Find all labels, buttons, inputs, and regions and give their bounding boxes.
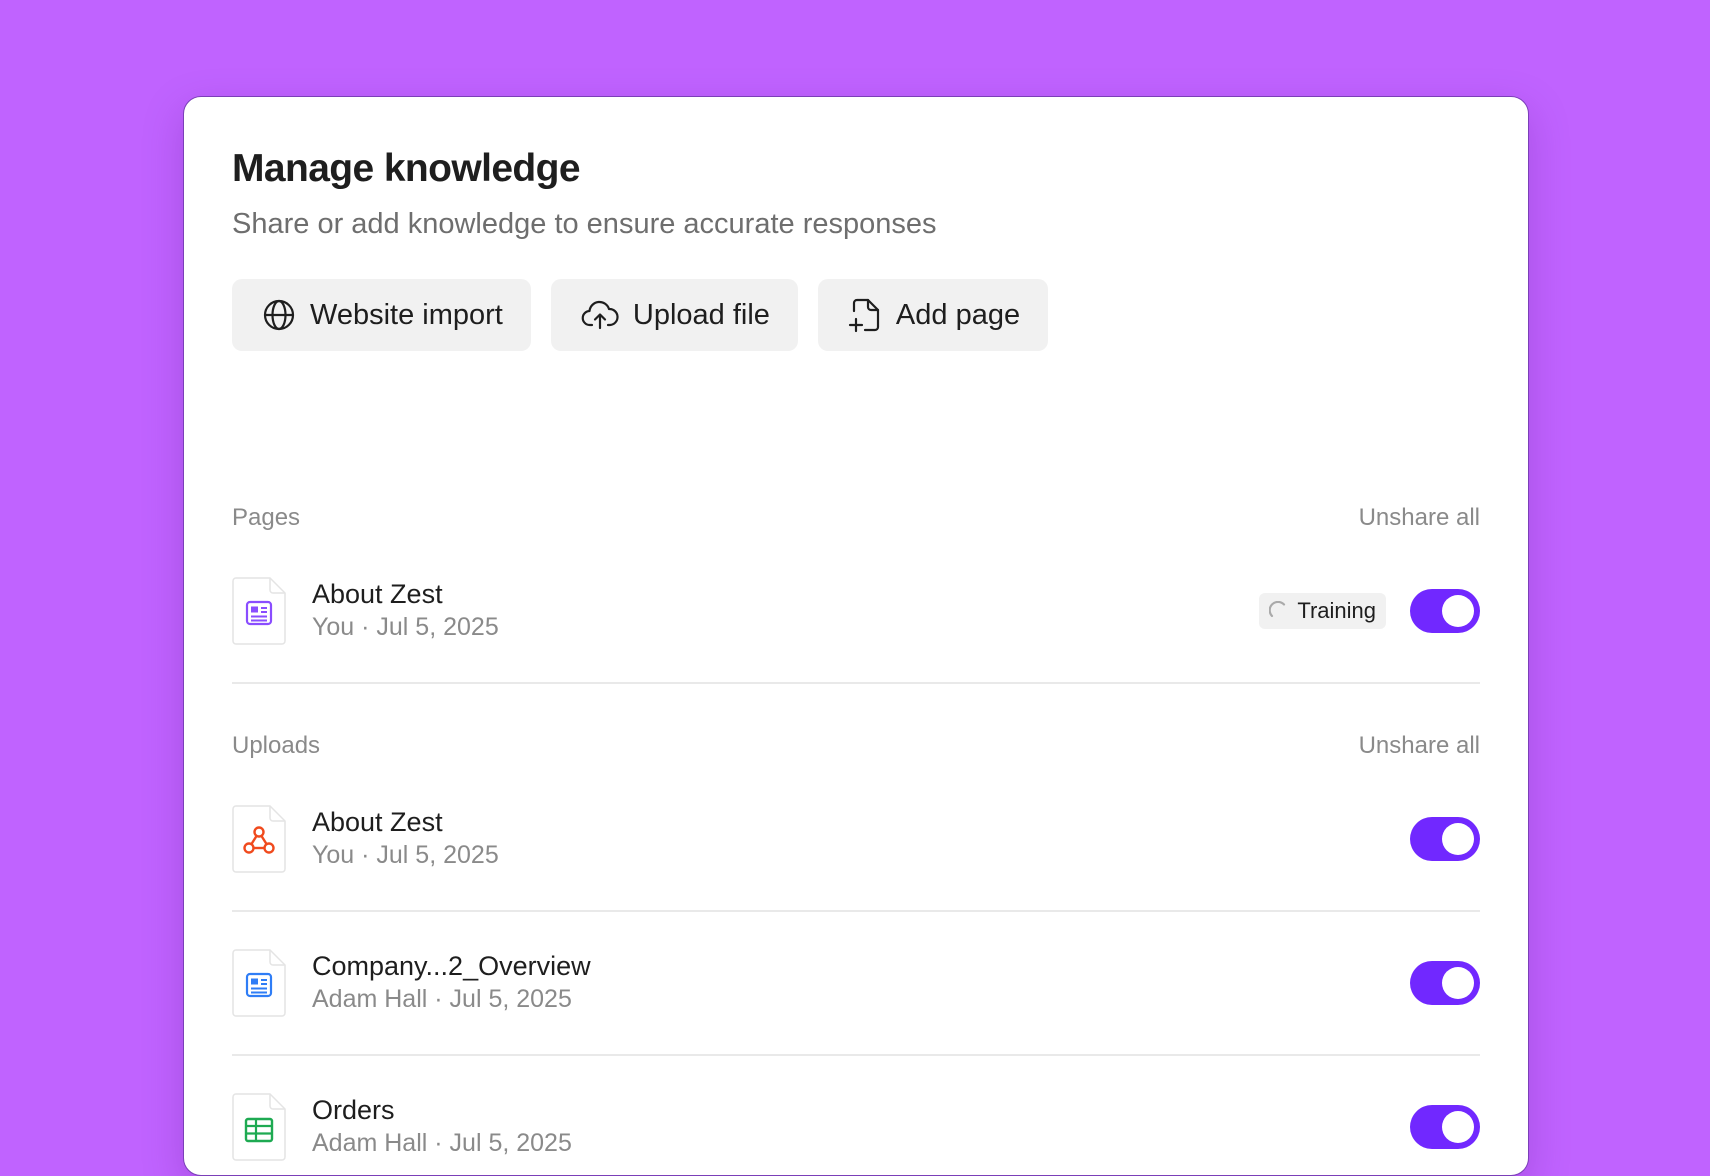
divider (232, 1054, 1480, 1056)
file-name[interactable]: Company...2_Overview (312, 951, 591, 982)
file-name[interactable]: Orders (312, 1095, 395, 1126)
website-import-label: Website import (310, 298, 503, 331)
page-subtitle: Share or add knowledge to ensure accurat… (232, 208, 937, 240)
upload-file-button[interactable]: Upload file (550, 279, 798, 351)
globe-icon (262, 298, 296, 332)
file-meta: You · Jul 5, 2025 (312, 841, 499, 869)
manage-knowledge-panel: Manage knowledge Share or add knowledge … (183, 96, 1529, 1176)
page-doc-icon (232, 577, 286, 645)
upload-file-label: Upload file (632, 298, 770, 331)
toggle-knob (1442, 1111, 1474, 1143)
action-bar: Website import Upload file Add page (232, 279, 1049, 351)
share-toggle[interactable] (1410, 589, 1480, 633)
website-import-button[interactable]: Website import (232, 279, 531, 351)
pdf-icon (232, 805, 286, 873)
list-item: Orders Adam Hall · Jul 5, 2025 (232, 1091, 1480, 1161)
uploads-unshare-all-button[interactable]: Unshare all (1359, 732, 1480, 760)
cloud-upload-icon (581, 298, 619, 332)
file-name[interactable]: About Zest (312, 807, 443, 838)
pages-section-header: Pages Unshare all (232, 501, 1480, 535)
add-page-label: Add page (895, 298, 1021, 331)
share-toggle[interactable] (1410, 817, 1480, 861)
divider (232, 682, 1480, 684)
add-page-icon (848, 297, 882, 333)
pages-section-label: Pages (232, 504, 301, 531)
page-title: Manage knowledge (232, 147, 581, 190)
list-item: About Zest You · Jul 5, 2025 (232, 803, 1480, 873)
add-page-button[interactable]: Add page (817, 279, 1049, 351)
toggle-knob (1442, 595, 1474, 627)
list-item: About Zest You · Jul 5, 2025 Training (232, 575, 1480, 645)
toggle-knob (1442, 967, 1474, 999)
uploads-section-header: Uploads Unshare all (232, 729, 1480, 763)
status-text: Training (1297, 598, 1376, 623)
doc-icon (232, 949, 286, 1017)
sheet-icon (232, 1093, 286, 1161)
share-toggle[interactable] (1410, 961, 1480, 1005)
uploads-section-label: Uploads (232, 732, 321, 759)
file-meta: Adam Hall · Jul 5, 2025 (312, 985, 572, 1013)
status-badge: Training (1259, 593, 1386, 629)
spinner-icon (1269, 601, 1289, 621)
list-item: Company...2_Overview Adam Hall · Jul 5, … (232, 947, 1480, 1017)
toggle-knob (1442, 823, 1474, 855)
pages-unshare-all-button[interactable]: Unshare all (1359, 504, 1480, 532)
share-toggle[interactable] (1410, 1105, 1480, 1149)
file-meta: You · Jul 5, 2025 (312, 613, 499, 641)
file-name[interactable]: About Zest (312, 579, 443, 610)
divider (232, 910, 1480, 912)
